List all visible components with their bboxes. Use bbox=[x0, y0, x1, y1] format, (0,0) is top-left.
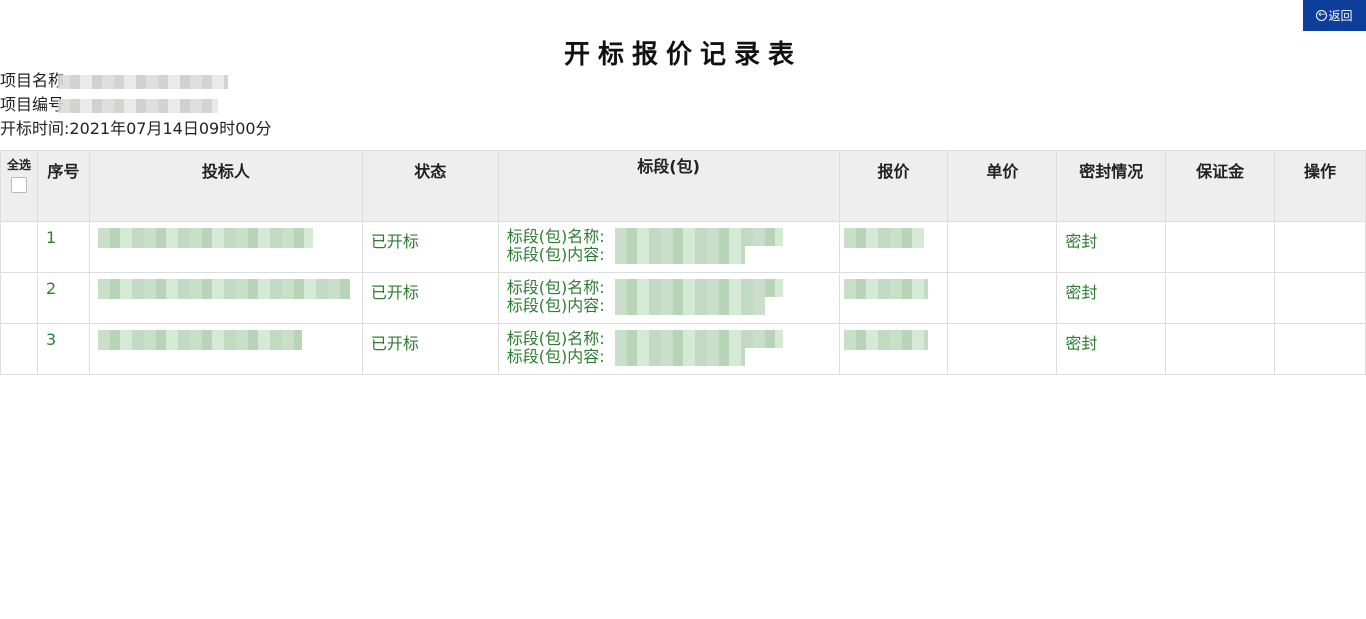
header-section: 标段(包) bbox=[497, 150, 840, 222]
bid-record-table: 全选 序号 投标人 状态 标段(包) 报价 单价 密封情况 保证金 操作 1 已… bbox=[0, 150, 1366, 375]
row-section: 标段(包)名称: 标段(包)内容: bbox=[497, 221, 840, 273]
page-title: 开标报价记录表 bbox=[563, 40, 802, 70]
project-code-row: 项目编号 bbox=[0, 94, 219, 116]
header-status: 状态 bbox=[361, 150, 499, 222]
row-no: 2 bbox=[36, 272, 90, 324]
section-name-label: 标段(包)名称: bbox=[506, 329, 605, 348]
price-redacted bbox=[838, 272, 949, 324]
row-status: 已开标 bbox=[361, 221, 499, 273]
project-name-label: 项目名称 bbox=[0, 71, 65, 90]
header-seal: 密封情况 bbox=[1056, 150, 1167, 222]
project-name-value-redacted bbox=[58, 74, 229, 89]
row-unit-price bbox=[947, 272, 1058, 324]
table-row: 2 已开标 标段(包)名称: 标段(包)内容: 密封 bbox=[0, 272, 1366, 324]
project-code-label: 项目编号 bbox=[0, 95, 65, 114]
bidder-name-redacted bbox=[88, 323, 363, 375]
price-redacted bbox=[838, 221, 949, 273]
bidder-name-redacted bbox=[88, 272, 363, 324]
row-select-cell[interactable] bbox=[0, 221, 38, 273]
select-all-checkbox[interactable] bbox=[10, 177, 27, 193]
row-status: 已开标 bbox=[361, 323, 499, 375]
section-name-label: 标段(包)名称: bbox=[506, 227, 605, 246]
table-row: 1 已开标 标段(包)名称: 标段(包)内容: 密封 bbox=[0, 221, 1366, 273]
row-status: 已开标 bbox=[361, 272, 499, 324]
back-button[interactable]: ← 返回 bbox=[1303, 0, 1366, 31]
open-time: 开标时间:2021年07月14日09时00分 bbox=[0, 119, 272, 138]
row-seal: 密封 bbox=[1056, 221, 1167, 273]
header-no: 序号 bbox=[36, 150, 90, 222]
select-all-label: 全选 bbox=[1, 158, 37, 173]
header-price: 报价 bbox=[838, 150, 949, 222]
section-content-label: 标段(包)内容: bbox=[506, 245, 605, 264]
row-section: 标段(包)名称: 标段(包)内容: bbox=[497, 272, 840, 324]
row-deposit bbox=[1165, 272, 1276, 324]
bidder-name-redacted bbox=[88, 221, 363, 273]
row-no: 1 bbox=[36, 221, 90, 273]
header-bidder: 投标人 bbox=[88, 150, 363, 222]
project-code-value-redacted bbox=[58, 98, 219, 113]
select-all-text: 全选 bbox=[6, 158, 31, 172]
section-content-label: 标段(包)内容: bbox=[506, 296, 605, 315]
arrow-left-circle-icon: ← bbox=[1316, 10, 1328, 21]
price-redacted bbox=[838, 323, 949, 375]
row-deposit bbox=[1165, 221, 1276, 273]
table-header-row: 全选 序号 投标人 状态 标段(包) 报价 单价 密封情况 保证金 操作 bbox=[0, 150, 1366, 222]
row-operation bbox=[1274, 221, 1366, 273]
section-content-label: 标段(包)内容: bbox=[506, 347, 605, 366]
row-seal: 密封 bbox=[1056, 323, 1167, 375]
header-operation: 操作 bbox=[1274, 150, 1366, 222]
project-name-row: 项目名称 bbox=[0, 70, 229, 92]
row-unit-price bbox=[947, 221, 1058, 273]
row-operation bbox=[1274, 272, 1366, 324]
row-section: 标段(包)名称: 标段(包)内容: bbox=[497, 323, 840, 375]
header-deposit: 保证金 bbox=[1165, 150, 1276, 222]
row-select-cell[interactable] bbox=[0, 323, 38, 375]
row-seal: 密封 bbox=[1056, 272, 1167, 324]
select-all-header: 全选 bbox=[0, 150, 38, 222]
row-select-cell[interactable] bbox=[0, 272, 38, 324]
row-no: 3 bbox=[36, 323, 90, 375]
row-unit-price bbox=[947, 323, 1058, 375]
section-name-label: 标段(包)名称: bbox=[506, 278, 605, 297]
table-row: 3 已开标 标段(包)名称: 标段(包)内容: 密封 bbox=[0, 323, 1366, 375]
row-deposit bbox=[1165, 323, 1276, 375]
back-button-label: 返回 bbox=[1328, 9, 1353, 23]
header-unit-price: 单价 bbox=[947, 150, 1058, 222]
row-operation bbox=[1274, 323, 1366, 375]
